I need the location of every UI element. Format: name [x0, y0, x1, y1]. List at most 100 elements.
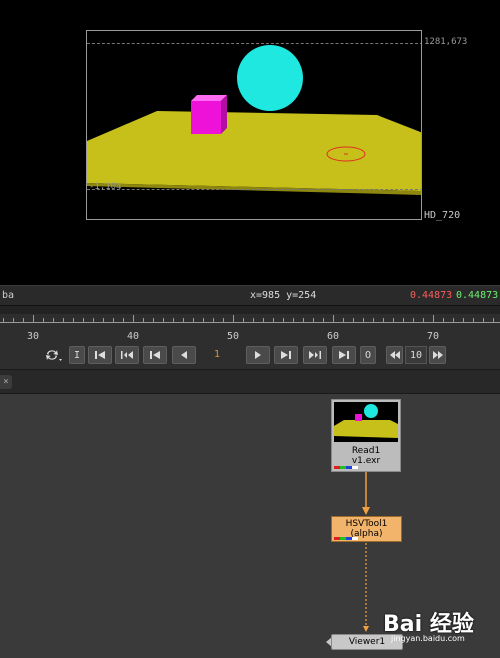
viewer-frame[interactable] [86, 30, 422, 220]
previous-keyframe-button[interactable] [115, 346, 139, 364]
ruler-tick [453, 318, 454, 323]
scene-render [87, 31, 421, 219]
ruler-tick [63, 318, 64, 323]
ruler-tick [73, 318, 74, 323]
ruler-tick [383, 318, 384, 323]
ruler-tick [403, 318, 404, 323]
ruler-tick [143, 318, 144, 323]
ruler-tick [53, 318, 54, 323]
channel-label: ba [2, 290, 15, 301]
goto-end-icon [339, 351, 349, 359]
ruler-tick [393, 318, 394, 323]
ruler-tick [83, 318, 84, 323]
ruler-tick [493, 318, 494, 323]
ruler-tick [373, 318, 374, 323]
ruler-tick [13, 318, 14, 323]
ruler-tick [233, 315, 234, 323]
ruler-tick [213, 318, 214, 323]
play-forward-button[interactable] [246, 346, 270, 364]
transport-controls: I 1 O 10 [0, 342, 500, 370]
fast-forward-icon [432, 351, 443, 359]
hsv-channel-indicator [334, 537, 358, 540]
ruler-tick [313, 318, 314, 323]
out-point-label: O [364, 349, 372, 361]
previous-increment-button[interactable] [143, 346, 167, 364]
ruler-line [0, 322, 500, 323]
ruler-label: 30 [26, 331, 40, 342]
close-tab-icon[interactable]: × [0, 375, 12, 389]
ruler-tick [153, 318, 154, 323]
ruler-tick [353, 318, 354, 323]
goto-start-icon [95, 351, 105, 359]
format-bottom-guide [87, 189, 421, 190]
ruler-label: 70 [426, 331, 440, 342]
loop-icon [46, 350, 62, 361]
ruler-tick [133, 315, 134, 323]
ruler-tick [203, 318, 204, 323]
next-increment-icon [281, 351, 291, 359]
ruler-tick [183, 318, 184, 323]
read-node-thumbnail [334, 402, 398, 442]
cube-side [221, 95, 227, 134]
sphere [237, 45, 303, 111]
ruler-tick [283, 318, 284, 323]
ruler-tick [113, 318, 114, 323]
baidu-watermark: Bai 经验 jingyan.baidu.com [383, 606, 498, 650]
rewind-icon [389, 351, 400, 359]
viewer-panel[interactable]: 1281,673 -1,104 HD_720 [0, 0, 500, 285]
resolution-top-label: 1281,673 [424, 37, 468, 47]
previous-keyframe-icon [121, 351, 133, 359]
play-backward-button[interactable] [172, 346, 196, 364]
play-backward-icon [181, 351, 187, 359]
viewer-info-bar: ba x=985 y=254 0.44873 0.44873 [0, 285, 500, 306]
resolution-bottom-label: -1,104 [89, 182, 122, 192]
ground-plane [87, 111, 421, 191]
pixel-value-red: 0.44873 [410, 290, 453, 301]
format-top-guide [87, 43, 421, 44]
ruler-tick [413, 318, 414, 323]
ruler-tick [323, 318, 324, 323]
ruler-tick [343, 318, 344, 323]
timeline-divider [0, 306, 500, 314]
ruler-tick [33, 315, 34, 323]
ruler-tick [473, 318, 474, 323]
cursor-coordinates: x=985 y=254 [250, 290, 317, 301]
ruler-tick [3, 318, 4, 323]
ruler-tick [193, 318, 194, 323]
step-back-button[interactable] [386, 346, 403, 364]
next-keyframe-button[interactable] [303, 346, 327, 364]
format-label: HD_720 [424, 210, 461, 221]
current-frame[interactable]: 1 [214, 349, 220, 360]
loop-mode-button[interactable] [43, 347, 63, 363]
goto-start-button[interactable] [88, 346, 112, 364]
ruler-tick [93, 318, 94, 323]
ruler-tick [363, 318, 364, 323]
read-channel-indicator [334, 466, 358, 469]
cube-front [191, 101, 221, 134]
ruler-label: 50 [226, 331, 240, 342]
ruler-tick [263, 318, 264, 323]
ruler-tick [243, 318, 244, 323]
set-out-point-button[interactable]: O [360, 346, 376, 364]
read-node[interactable]: Read1 v1.exr [331, 399, 401, 472]
hsvtool-node-label: HSVTool1 [345, 519, 388, 529]
set-in-point-button[interactable]: I [69, 346, 85, 364]
cube-top [191, 95, 227, 101]
ruler-tick [463, 318, 464, 323]
frame-increment-field[interactable]: 10 [405, 346, 427, 364]
ruler-tick [333, 315, 334, 323]
ruler-tick [23, 318, 24, 323]
ruler-tick [293, 318, 294, 323]
hsvtool-node[interactable]: HSVTool1 (alpha) [331, 516, 402, 542]
in-point-label: I [73, 349, 81, 361]
ruler-tick [273, 318, 274, 323]
previous-increment-icon [150, 351, 160, 359]
ruler-tick [253, 318, 254, 323]
ruler-tick [443, 318, 444, 323]
goto-end-button[interactable] [332, 346, 356, 364]
timeline-ruler[interactable]: 30 40 50 60 70 [0, 314, 500, 342]
step-forward-button[interactable] [429, 346, 446, 364]
ruler-tick [103, 318, 104, 323]
ruler-label: 40 [126, 331, 140, 342]
next-increment-button[interactable] [274, 346, 298, 364]
